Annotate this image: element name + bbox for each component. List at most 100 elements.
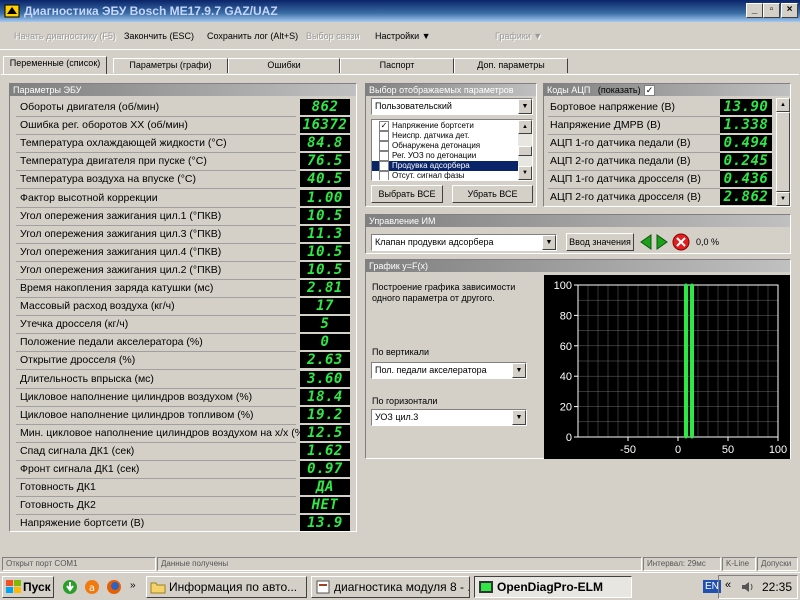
task-opendiag[interactable]: OpenDiagPro-ELM [474,576,632,598]
param-checkbox[interactable]: ✓ [379,121,389,131]
param-check-item[interactable]: Отсут. сигнал фазы [372,171,518,180]
ecu-param-row: Спад сигнала ДК1 (сек) 1.62 [16,442,350,460]
tab-variables-list[interactable]: Переменные (список) [3,56,107,74]
y-tick-label: 60 [560,341,572,353]
horizontal-axis-dropdown[interactable]: УОЗ цил.3 ▼ [371,409,527,426]
adc-row: АЦП 2-го датчика дросселя (В) 2.862 [546,188,774,206]
scroll-up-icon[interactable]: ▲ [776,98,790,112]
language-indicator[interactable]: EN [703,580,721,593]
app-icon [4,4,20,18]
connection-select-button[interactable]: Выбор связи [306,31,359,41]
actuator-dropdown[interactable]: Клапан продувки адсорбера ▼ [371,234,557,251]
x-tick-label: 100 [769,444,787,456]
param-label: Температура двигателя при пуске (°С) [20,155,207,168]
graph-panel: График y=F(x) Построение графика зависим… [365,259,791,459]
param-label: Утечка дросселя (кг/ч) [20,318,129,331]
minimize-button[interactable]: _ [746,3,763,18]
maximize-button[interactable]: ▫ [763,3,780,18]
tray-expand-icon[interactable]: « [725,579,731,591]
param-value: 84.8 [300,135,350,152]
adc-scrollbar[interactable]: ▲ ▼ [776,98,790,206]
params-checklist[interactable]: ✓ Напряжение бортсети Неиспр. датчика дет.… [371,119,533,181]
graphs-menu[interactable]: Графики ▼ [495,31,542,41]
vertical-axis-dropdown[interactable]: Пол. педали акселератора ▼ [371,362,527,379]
param-label: Температура воздуха на впуске (°С) [20,173,196,186]
quicklaunch-firefox-icon[interactable] [106,579,122,595]
x-tick-label: 0 [675,444,681,456]
graph-description: Построение графика зависимости одного па… [372,282,516,303]
ecu-param-row: Напряжение бортсети (В) 13.9 [16,514,350,532]
chart-background [544,275,790,459]
status-bar: Открыт порт COM1 Данные получены Интерва… [0,557,800,571]
settings-menu[interactable]: Настройки ▼ [375,31,431,41]
quicklaunch-torrent-icon[interactable] [62,579,78,595]
scroll-thumb[interactable] [776,112,790,192]
save-log-button[interactable]: Сохранить лог (Alt+S) [207,31,298,41]
tab-parameters-graph[interactable]: Параметры (графи) [113,58,228,73]
start-diagnostics-button[interactable]: Начать диагностику (F5) [14,31,116,41]
enter-value-button[interactable]: Ввод значения [566,233,634,251]
ecu-param-row: Фактор высотной коррекции 1.00 [16,189,350,207]
quicklaunch-avast-icon[interactable]: a [84,579,100,595]
chevron-down-icon: ▼ [533,31,543,41]
param-checkbox[interactable] [379,131,389,141]
param-checkbox[interactable] [379,171,389,180]
title-bar[interactable]: Диагностика ЭБУ Bosch ME17.9.7 GAZ/UAZ _… [0,0,800,22]
param-label: Фактор высотной коррекции [20,191,158,204]
close-button[interactable]: × [781,3,798,18]
data-status: Данные получены [157,557,642,571]
scrollbar[interactable]: ▲ ▼ [518,120,532,180]
arrow-right-icon[interactable] [654,233,670,251]
volume-icon[interactable] [740,579,756,595]
param-check-item[interactable]: Рег. УОЗ по детонации [372,151,518,161]
param-label: Длительность впрыска (мс) [20,372,154,385]
param-check-label: Отсут. сигнал фазы [392,171,465,180]
task-info[interactable]: Информация по авто... [146,576,307,598]
tab-errors[interactable]: Ошибки [228,58,340,73]
scroll-thumb[interactable] [518,146,532,156]
quicklaunch-more-icon[interactable]: » [130,580,136,591]
param-label: Готовность ДК1 [20,481,96,494]
data-point [684,313,688,317]
param-value: 17 [300,298,350,315]
param-check-label: Напряжение бортсети [392,121,474,130]
scroll-down-icon[interactable]: ▼ [518,166,532,180]
finish-button[interactable]: Закончить (ESC) [124,31,194,41]
arrow-left-icon[interactable] [638,233,654,251]
task-diagnostics-doc[interactable]: диагностика модуля 8 - ... [311,576,470,598]
param-value: 16372 [300,117,350,134]
adc-row: АЦП 2-го датчика педали (В) 0.245 [546,152,774,170]
y-tick-label: 40 [560,371,572,383]
param-check-item[interactable]: Обнаружена детонация [372,141,518,151]
param-checkbox[interactable] [379,141,389,151]
param-check-item[interactable]: ✓ Напряжение бортсети [372,121,518,131]
param-value: 0 [300,334,350,351]
param-value: 11.3 [300,225,350,242]
scroll-up-icon[interactable]: ▲ [518,120,532,134]
stop-icon[interactable] [672,233,690,251]
adc-codes-panel: Коды АЦП (показать) ✓ Бортовое напряжени… [543,83,791,207]
windows-logo-icon [6,580,21,593]
ecu-param-row: Цикловое наполнение цилиндров воздухом (… [16,388,350,406]
adc-value: 0.245 [720,153,772,169]
adc-value: 0.436 [720,171,772,187]
param-value: 3.60 [300,370,350,387]
start-button[interactable]: Пуск [2,576,54,598]
param-check-item[interactable]: Неиспр. датчика дет. [372,131,518,141]
param-checkbox[interactable] [379,161,389,171]
show-adc-checkbox[interactable]: ✓ [644,85,655,96]
data-point [690,344,694,348]
param-label: Массовый расход воздуха (кг/ч) [20,300,175,313]
scroll-down-icon[interactable]: ▼ [776,192,790,206]
param-check-item[interactable]: Продувка адсорбера [372,161,518,171]
tab-passport[interactable]: Паспорт [340,58,454,73]
panel-title: Выбор отображаемых параметров [366,84,536,96]
preset-dropdown[interactable]: Пользовательский ▼ [371,98,533,115]
remove-all-button[interactable]: Убрать ВСЕ [452,185,533,203]
select-all-button[interactable]: Выбрать ВСЕ [371,185,443,203]
passes-status: Допуски [757,557,798,571]
panel-title: Управление ИМ [366,215,790,227]
param-checkbox[interactable] [379,151,389,161]
tab-extra-parameters[interactable]: Доп. параметры [454,58,568,73]
param-label: Угол опережения зажигания цил.3 (°ПКВ) [20,227,222,240]
